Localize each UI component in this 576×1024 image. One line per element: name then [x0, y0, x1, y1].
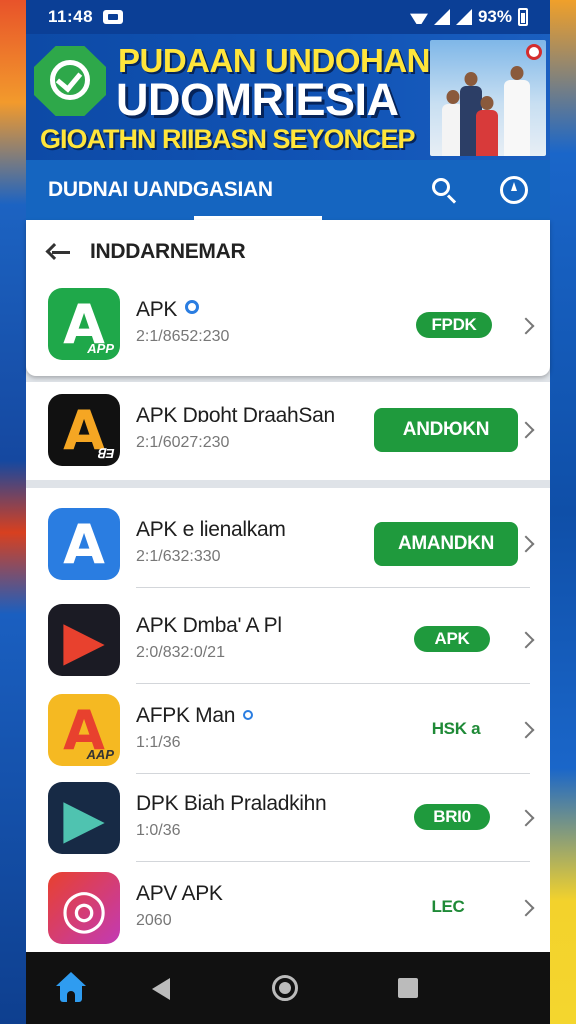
list-item[interactable]: A APP APK 2:1/8652:230 FPDK — [26, 282, 550, 370]
app-icon-sub: APP — [87, 341, 114, 356]
chevron-right-icon[interactable] — [517, 631, 535, 649]
banner-subheadline: GIOATHN RIIBASN SEYONCEP — [40, 124, 416, 154]
app-bar-title[interactable]: DUDNAI UANDGASIAN — [48, 178, 273, 202]
banner-headline-2: UDOMRIESIA — [116, 74, 399, 125]
home-icon[interactable] — [56, 972, 86, 1002]
nav-back-icon[interactable] — [152, 978, 170, 1000]
list-card: A ꓭƎ APK Dɒoht DraahSan 2:1/6027:230 AND… — [26, 382, 550, 480]
app-action-button[interactable]: ANDЮKN — [374, 408, 518, 452]
promo-banner[interactable]: PUDAAN UNDOHAN UDOMRIESIA GIOATHN RIIBAS… — [26, 34, 550, 160]
badge-icon — [526, 44, 542, 60]
app-name: AFPK Man — [136, 704, 254, 728]
app-icon-sub: AAP — [86, 747, 114, 762]
nav-home-circle-icon[interactable] — [272, 975, 298, 1001]
chevron-right-icon[interactable] — [517, 721, 535, 739]
app-meta: 1:1/36 — [136, 734, 181, 751]
phone-screen: 11:48 93% PUDAAN UNDOHAN UDOMRIESIA GIOA… — [26, 0, 550, 1024]
app-icon-glyph: ◎ — [60, 876, 108, 940]
app-icon: ▶ — [48, 604, 120, 676]
battery-icon — [518, 8, 528, 26]
app-meta: 2:1/6027:230 — [136, 434, 230, 451]
app-name: APK e Ɩienalkam — [136, 518, 286, 541]
app-action-button[interactable]: LEC — [418, 894, 478, 920]
app-bar: DUDNAI UANDGASIAN — [26, 160, 550, 220]
app-icon-glyph: ▶ — [63, 608, 105, 672]
list-item[interactable]: ▶ DPK Biah Praladkihn 1:0/36 BRI0 — [26, 774, 550, 862]
app-meta: 2:1/8652:230 — [136, 328, 230, 345]
list-card: INDDARNEMAR A APP APK 2:1/8652:230 FPDK — [26, 220, 550, 376]
compass-icon[interactable] — [500, 176, 528, 204]
list-item[interactable]: A APK e Ɩienalkam 2:1/632:330 AMANDKN — [26, 500, 550, 588]
app-name: APV APK — [136, 882, 223, 905]
person-figure — [476, 96, 498, 156]
app-action-button[interactable]: BRI0 — [414, 804, 490, 830]
list-item[interactable]: ◎ APV APK 2060 LEC — [26, 864, 550, 952]
app-icon-glyph: ▶ — [63, 786, 105, 850]
system-nav-bar — [26, 952, 550, 1024]
app-icon: ◎ — [48, 872, 120, 944]
status-icons: 93% — [410, 7, 528, 27]
app-icon: A ꓭƎ — [48, 394, 120, 466]
background-decoration-right — [550, 0, 576, 1024]
verified-icon — [185, 300, 200, 314]
app-action-button[interactable]: AMANDKN — [374, 522, 518, 566]
chevron-right-icon[interactable] — [517, 317, 535, 335]
app-meta: 2:1/632:330 — [136, 548, 221, 565]
verified-icon — [243, 710, 254, 720]
app-action-button[interactable]: APK — [414, 626, 490, 652]
status-time: 11:48 — [48, 7, 94, 26]
app-icon-glyph: A — [63, 512, 105, 576]
wifi-icon — [410, 10, 428, 24]
app-action-button[interactable]: FPDK — [416, 312, 492, 338]
list-card: A APK e Ɩienalkam 2:1/632:330 AMANDKN ▶ … — [26, 488, 550, 952]
list-item[interactable]: A ꓭƎ APK Dɒoht DraahSan 2:1/6027:230 AND… — [26, 386, 550, 474]
chevron-right-icon[interactable] — [517, 421, 535, 439]
notification-icon — [103, 10, 124, 24]
list-item[interactable]: ▶ APK Dmba' A Pl 2:0/832:0/21 APK — [26, 596, 550, 684]
background-decoration-left — [0, 0, 26, 1024]
app-meta: 2:0/832:0/21 — [136, 644, 225, 661]
app-icon-sub: ꓭƎ — [96, 446, 114, 461]
person-figure — [504, 66, 530, 156]
app-name: DPK Biah Praladkihn — [136, 792, 327, 815]
chevron-right-icon[interactable] — [517, 809, 535, 827]
app-name: APK — [136, 298, 200, 322]
app-icon: A APP — [48, 288, 120, 360]
back-arrow-icon[interactable] — [45, 240, 72, 264]
status-bar: 11:48 93% — [26, 0, 550, 34]
signal-icon — [433, 9, 450, 25]
section-title: INDDARNEMAR — [90, 240, 246, 263]
chevron-right-icon[interactable] — [517, 535, 535, 553]
app-icon: A AAP — [48, 694, 120, 766]
app-meta: 1:0/36 — [136, 822, 181, 839]
app-name: APK Dmba' A Pl — [136, 614, 282, 637]
app-name: APK Dɒoht DraahSan — [136, 404, 335, 427]
battery-percent: 93% — [477, 7, 512, 26]
search-icon[interactable] — [430, 176, 460, 206]
list-item[interactable]: A AAP AFPK Man 1:1/36 HSK a — [26, 686, 550, 774]
app-list-content: INDDARNEMAR A APP APK 2:1/8652:230 FPDK … — [26, 220, 550, 952]
recents-icon[interactable] — [398, 978, 418, 998]
app-icon: ▶ — [48, 782, 120, 854]
app-name-text: APK — [136, 298, 178, 321]
app-action-button[interactable]: HSK a — [416, 716, 496, 742]
check-badge-icon — [34, 40, 106, 118]
signal-icon-2 — [455, 9, 472, 25]
chevron-right-icon[interactable] — [517, 899, 535, 917]
app-meta: 2060 — [136, 912, 172, 929]
section-header: INDDARNEMAR — [26, 232, 550, 272]
app-icon: A — [48, 508, 120, 580]
app-name-text: AFPK Man — [136, 704, 236, 727]
banner-photo — [430, 40, 546, 156]
